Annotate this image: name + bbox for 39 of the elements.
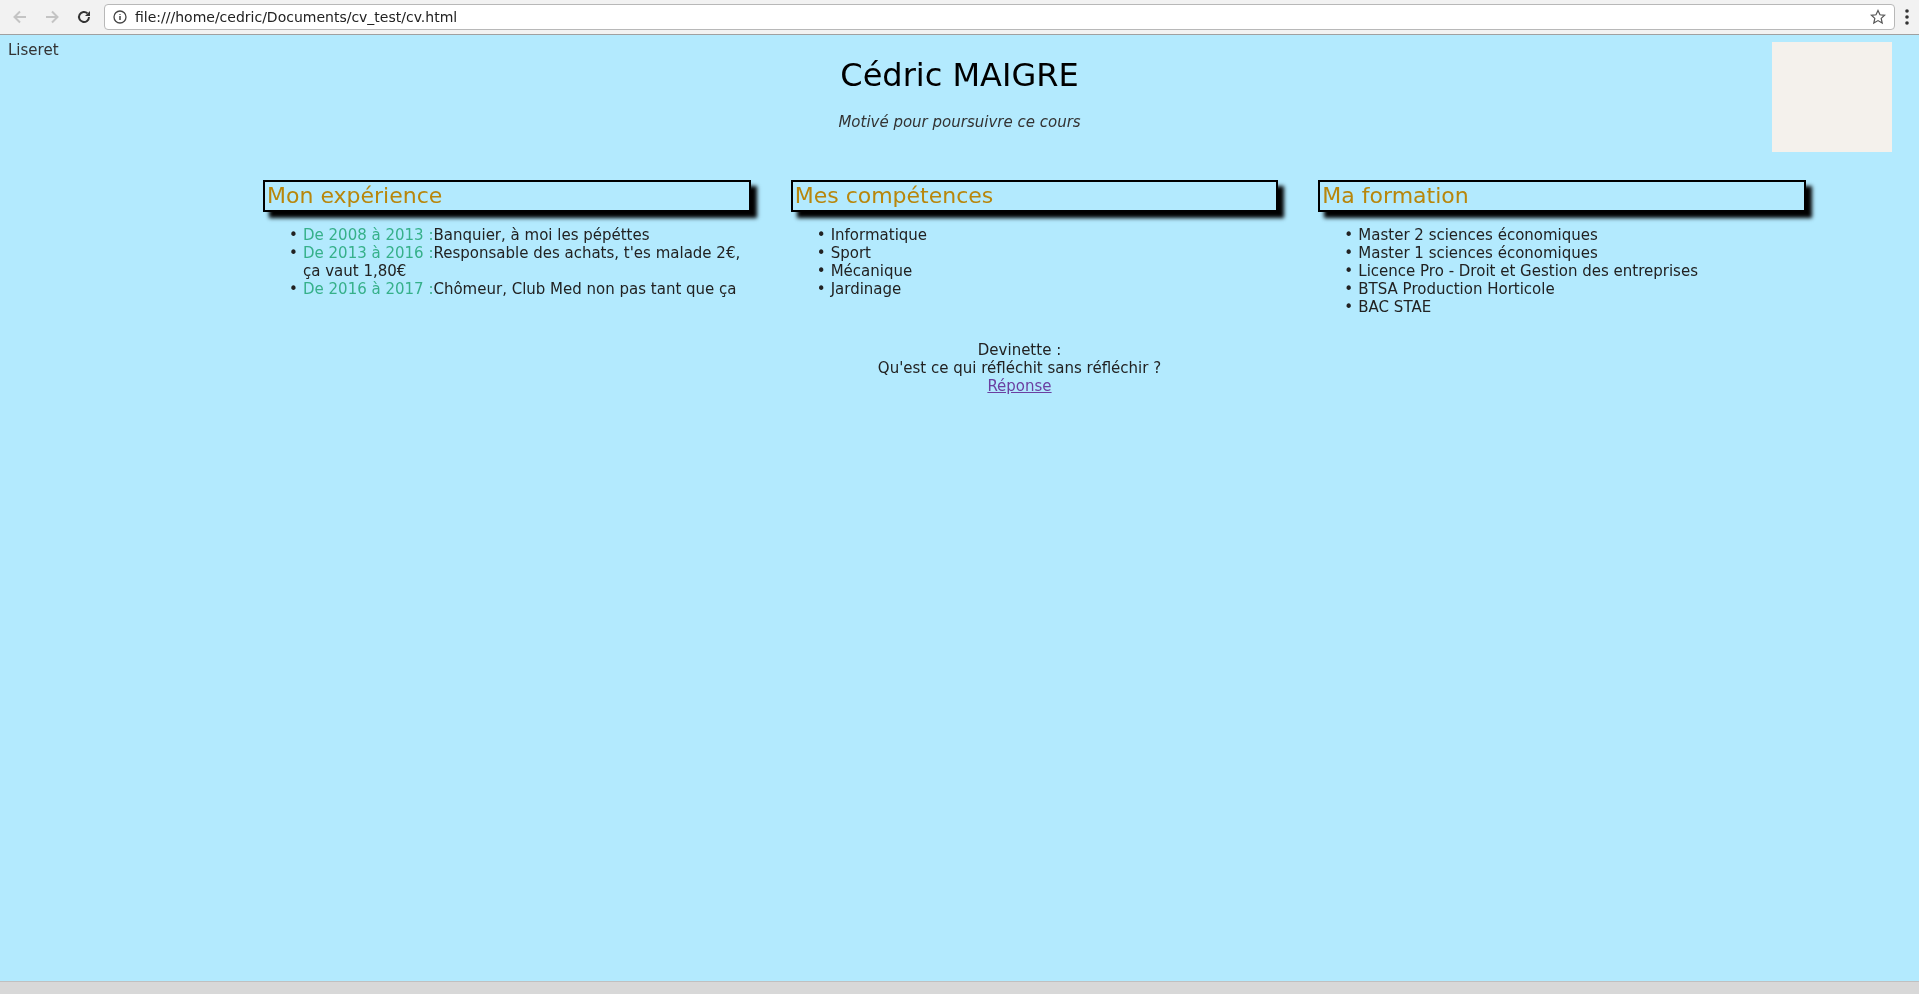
list-item: BAC STAE: [1358, 298, 1432, 316]
bullet: •: [816, 262, 827, 280]
list-item: De 2013 à 2016 :Responsable des achats, t'es malade 2€, ça vaut 1,80€: [303, 244, 742, 280]
list-item: De 2008 à 2013 :Banquier, à moi les pépéttes: [303, 226, 650, 244]
bullet: •: [1344, 280, 1355, 298]
bullet: •: [289, 226, 299, 244]
menu-icon[interactable]: [1903, 8, 1911, 26]
info-icon[interactable]: [113, 10, 127, 24]
bullet: •: [1344, 298, 1355, 316]
riddle-label: Devinette :: [977, 341, 1062, 359]
horizontal-scrollbar[interactable]: [0, 981, 1919, 994]
list-item: Informatique: [830, 226, 928, 244]
page-title: Cédric MAIGRE: [840, 59, 1079, 91]
list-item: Jardinage: [830, 280, 902, 298]
answer-link[interactable]: Réponse: [987, 377, 1052, 395]
list-item: BTSA Production Horticole: [1358, 280, 1555, 298]
list-item: Sport: [830, 244, 871, 262]
list-item: Master 2 sciences économiques: [1358, 226, 1598, 244]
bullet: •: [1344, 244, 1355, 262]
list-item: Mécanique: [830, 262, 913, 280]
section-heading: Ma formation: [1318, 180, 1806, 212]
tagline: Motivé pour poursuivre ce cours: [838, 112, 1081, 133]
section-heading: Mon expérience: [263, 180, 751, 212]
list-item: Licence Pro - Droit et Gestion des entreprises: [1358, 262, 1698, 280]
list-item: Master 1 sciences économiques: [1358, 244, 1598, 262]
bullet: •: [1344, 226, 1355, 244]
address-bar[interactable]: file:///home/cedric/Documents/cv_test/cv.html: [104, 4, 1895, 30]
bullet: •: [816, 280, 827, 298]
star-icon[interactable]: [1870, 9, 1886, 25]
bullet: •: [1344, 262, 1355, 280]
corner-link[interactable]: Liseret: [8, 39, 208, 152]
bullet: •: [816, 226, 827, 244]
bullet: •: [289, 244, 299, 262]
bullet: •: [816, 244, 827, 262]
section-heading: Mes compétences: [790, 180, 1279, 212]
bullet: •: [289, 280, 299, 298]
url-text: file:///home/cedric/Documents/cv_test/cv.html: [135, 7, 459, 27]
list-item: De 2016 à 2017 :Chômeur, Club Med non pas tant que ça: [303, 280, 737, 298]
riddle-question: Qu'est ce qui réfléchit sans réfléchir ?: [877, 359, 1162, 377]
